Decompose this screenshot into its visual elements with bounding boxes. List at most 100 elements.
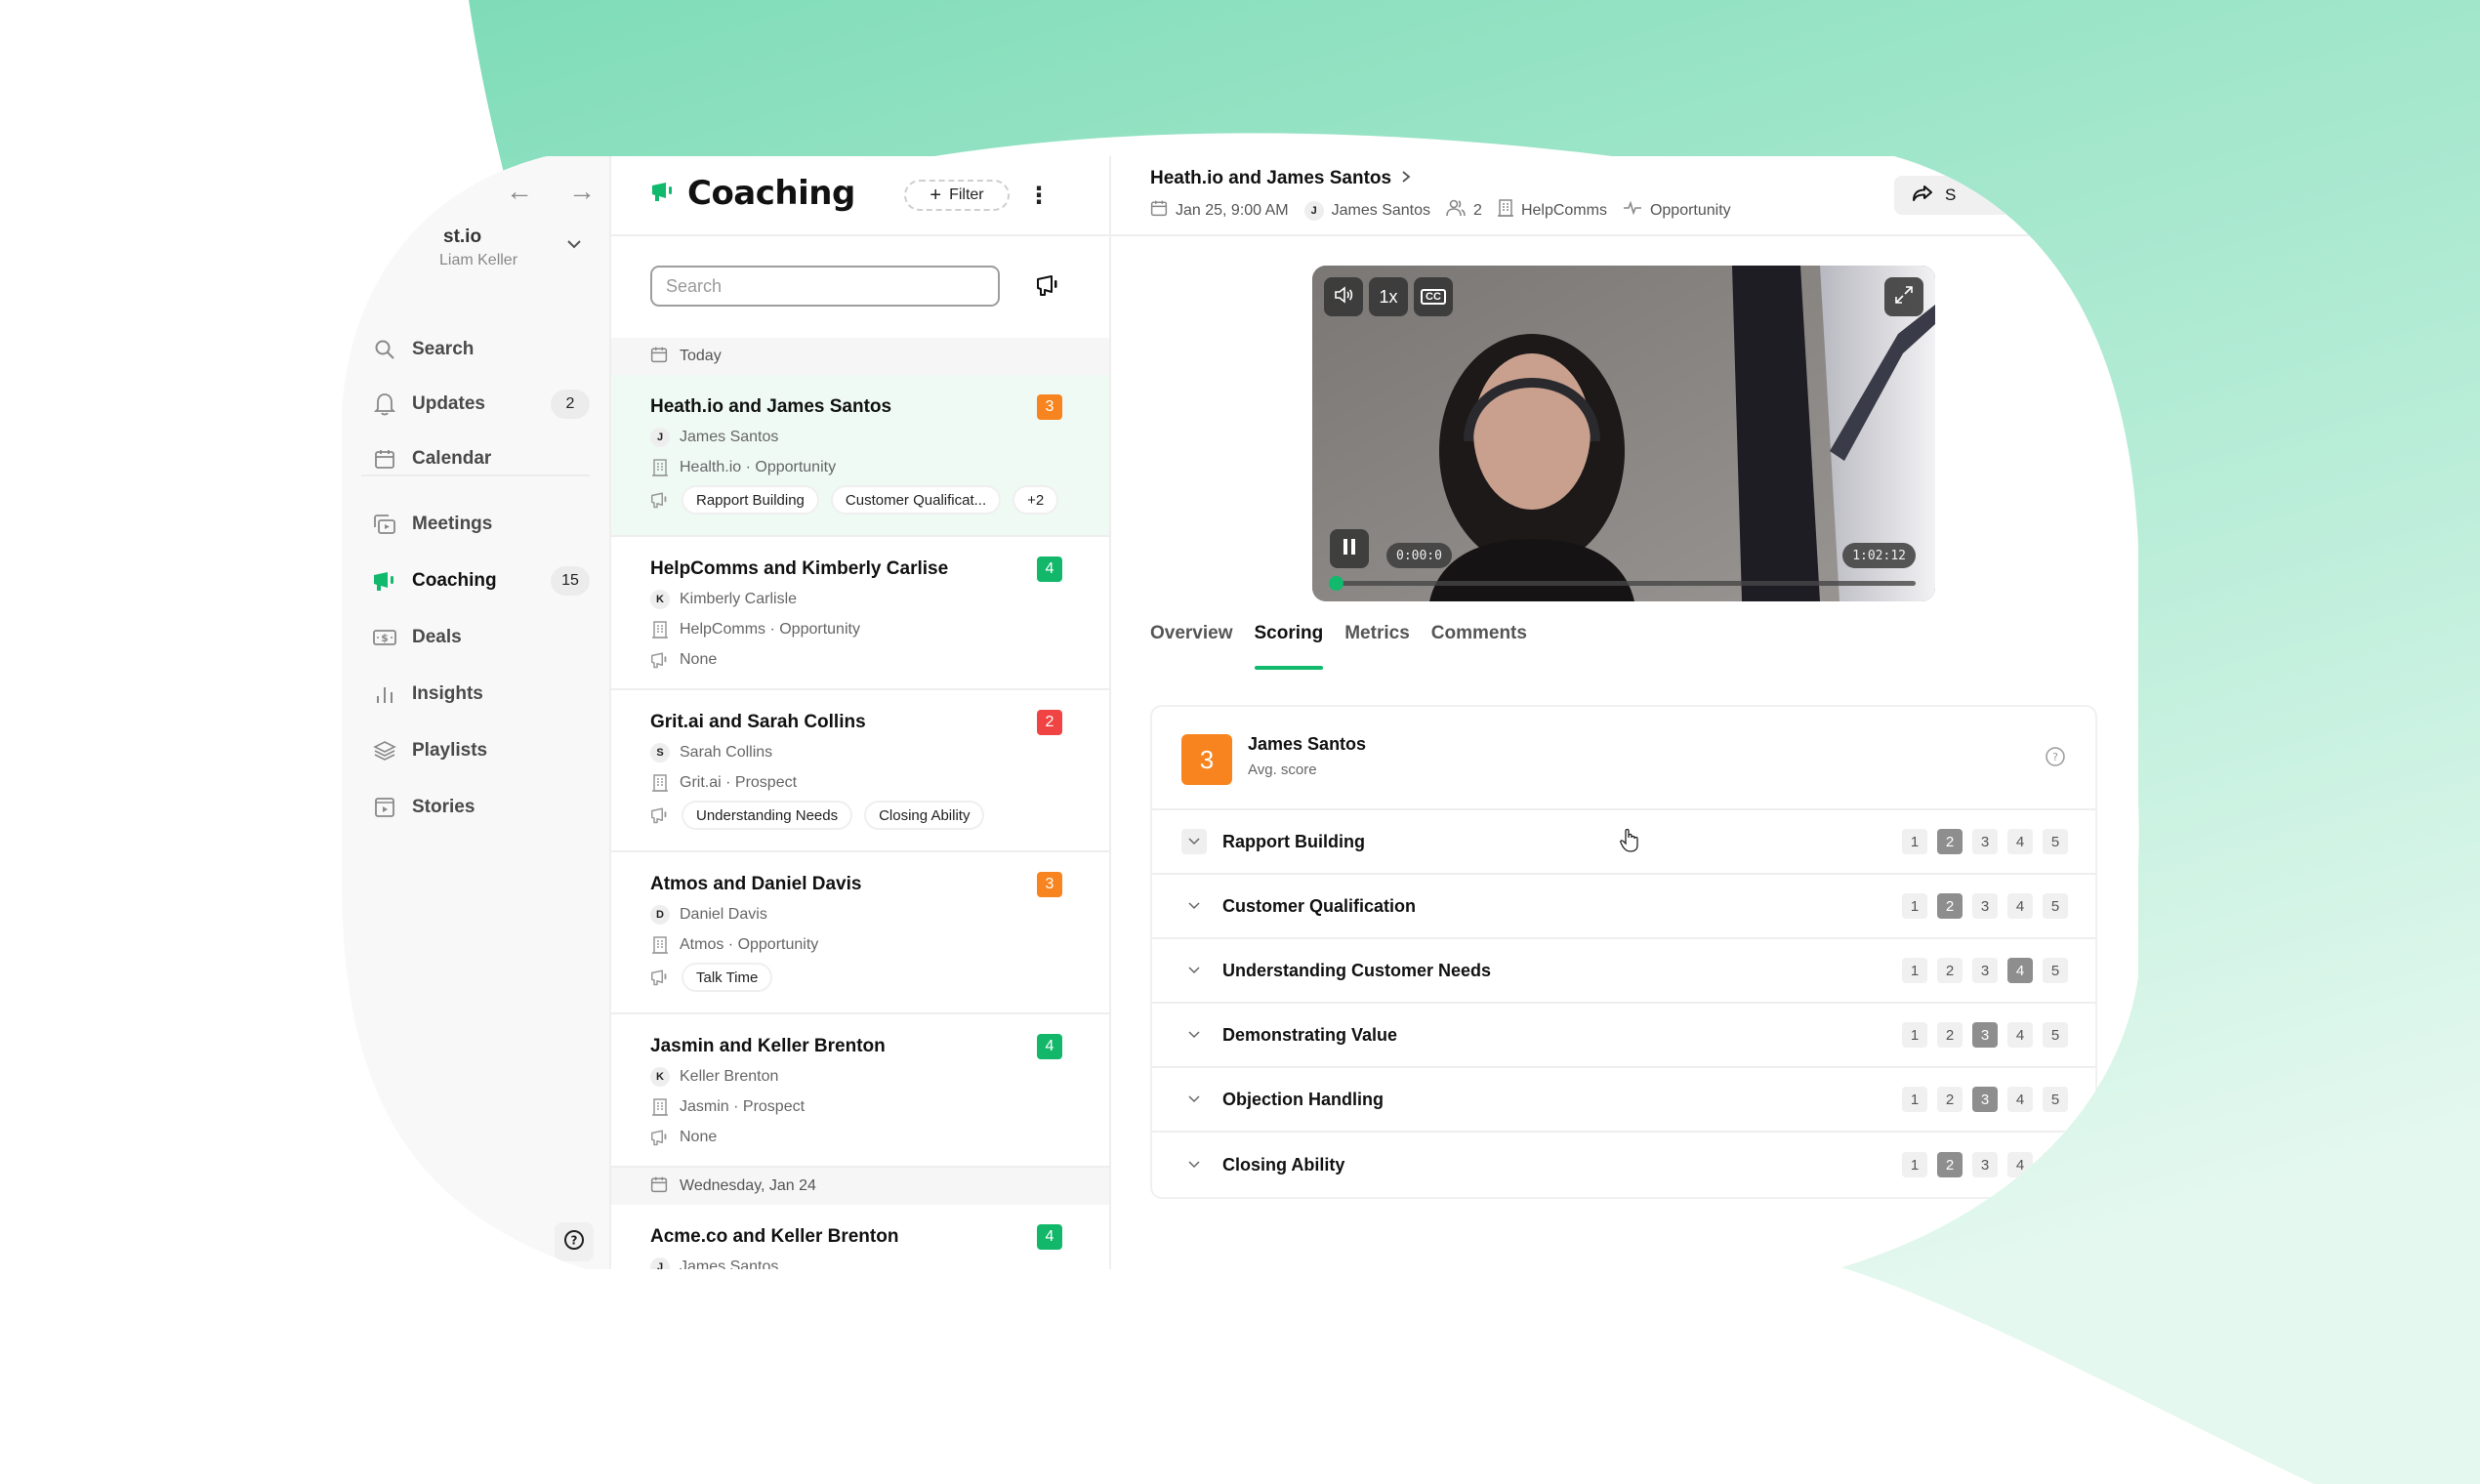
pause-button[interactable] xyxy=(1330,529,1369,568)
date-separator-label: Today xyxy=(680,348,722,364)
sidebar-item-meetings[interactable]: Meetings xyxy=(371,496,590,553)
sidebar-item-playlists[interactable]: Playlists xyxy=(371,722,590,779)
chevron-down-icon[interactable] xyxy=(1181,829,1207,854)
score-option[interactable]: 1 xyxy=(1902,893,1927,919)
score-option[interactable]: 2 xyxy=(1937,958,1963,983)
coaching-tag[interactable]: Closing Ability xyxy=(864,801,984,830)
call-list-item[interactable]: Jasmin and Keller Brenton 4 K Keller Brento… xyxy=(611,1014,1109,1168)
scoring-help-button[interactable]: ? xyxy=(2045,746,2066,767)
filter-button[interactable]: + Filter xyxy=(904,180,1010,211)
chevron-down-icon[interactable] xyxy=(1181,1022,1207,1048)
sidebar-item-updates[interactable]: Updates 2 xyxy=(371,377,590,432)
company-stage: Atmos · Opportunity xyxy=(680,935,819,953)
tab-overview[interactable]: Overview xyxy=(1150,623,1233,670)
help-button[interactable]: ? xyxy=(555,1222,594,1261)
more-tags-chip[interactable]: +2 xyxy=(1013,485,1058,515)
score-option[interactable]: 3 xyxy=(1972,1022,1998,1048)
sidebar-item-label: Insights xyxy=(412,683,483,704)
building-icon xyxy=(650,458,670,477)
call-list-item[interactable]: Grit.ai and Sarah Collins 2 S Sarah Collins… xyxy=(611,690,1109,852)
volume-button[interactable] xyxy=(1324,277,1363,316)
score-option[interactable]: 3 xyxy=(1972,1087,1998,1112)
fullscreen-button[interactable] xyxy=(1884,277,1923,316)
sidebar-divider xyxy=(361,474,590,476)
meta-company[interactable]: HelpComms xyxy=(1498,199,1607,222)
coaching-announce-button[interactable] xyxy=(1031,269,1066,305)
score-option[interactable]: 2 xyxy=(1937,1087,1963,1112)
video-progress-handle[interactable] xyxy=(1329,576,1343,591)
sidebar-item-stories[interactable]: Stories xyxy=(371,779,590,836)
score-option[interactable]: 1 xyxy=(1902,829,1927,854)
call-list-item[interactable]: HelpComms and Kimberly Carlise 4 K Kimberly… xyxy=(611,537,1109,690)
score-option[interactable]: 4 xyxy=(2007,893,2033,919)
score-option[interactable]: 4 xyxy=(2007,829,2033,854)
playback-speed-button[interactable]: 1x xyxy=(1369,277,1408,316)
chevron-down-icon[interactable] xyxy=(1181,893,1207,919)
forward-arrow-icon[interactable]: → xyxy=(568,176,596,207)
scoring-criterion-row: Objection Handling 1 2 3 4 5 xyxy=(1152,1068,2095,1133)
score-option[interactable]: 3 xyxy=(1972,893,1998,919)
no-tags-label: None xyxy=(680,1128,718,1145)
score-option[interactable]: 2 xyxy=(1937,829,1963,854)
score-option[interactable]: 4 xyxy=(2007,958,2033,983)
score-option[interactable]: 3 xyxy=(1972,958,1998,983)
call-item-tags: Rapport Building Customer Qualificat... +2 xyxy=(650,482,1070,521)
score-option[interactable]: 5 xyxy=(2043,829,2068,854)
video-progress-bar[interactable] xyxy=(1336,581,1916,586)
call-item-person: K Keller Brenton xyxy=(650,1061,1070,1092)
score-option[interactable]: 1 xyxy=(1902,1087,1927,1112)
score-option[interactable]: 1 xyxy=(1902,958,1927,983)
score-option[interactable]: 5 xyxy=(2043,958,2068,983)
coaching-tag[interactable]: Understanding Needs xyxy=(682,801,852,830)
score-option[interactable]: 5 xyxy=(2043,1022,2068,1048)
chevron-down-icon[interactable] xyxy=(1181,958,1207,983)
coaching-tag[interactable]: Talk Time xyxy=(682,963,772,992)
meta-stage[interactable]: Opportunity xyxy=(1623,200,1731,221)
duration-time: 1:02:12 xyxy=(1842,543,1916,568)
score-selector: 12345 xyxy=(1902,958,2068,983)
svg-text:?: ? xyxy=(571,1233,578,1247)
sidebar-item-search[interactable]: Search xyxy=(371,322,590,377)
sidebar-item-insights[interactable]: Insights xyxy=(371,666,590,722)
tab-metrics[interactable]: Metrics xyxy=(1344,623,1410,670)
meta-participants-count: 2 xyxy=(1473,201,1482,219)
score-option[interactable]: 2 xyxy=(1937,1022,1963,1048)
score-option[interactable]: 4 xyxy=(2007,1022,2033,1048)
score-option[interactable]: 3 xyxy=(1972,1152,1998,1177)
score-option[interactable]: 1 xyxy=(1902,1152,1927,1177)
coaching-tag[interactable]: Customer Qualificat... xyxy=(831,485,1001,515)
company-stage: Health.io · Opportunity xyxy=(680,458,837,475)
call-item-tags: Talk Time xyxy=(650,960,1070,999)
sidebar-top-controls: ← → xyxy=(506,176,596,207)
score-option[interactable]: 2 xyxy=(1937,1152,1963,1177)
score-option[interactable]: 5 xyxy=(2043,893,2068,919)
app-window: ← → st.io Liam Keller Search Updates 2 C… xyxy=(342,156,2138,1269)
no-tags-label: None xyxy=(680,650,718,668)
score-option[interactable]: 2 xyxy=(1937,893,1963,919)
search-input[interactable] xyxy=(650,266,1000,307)
chevron-down-icon[interactable] xyxy=(1181,1087,1207,1112)
sidebar-item-calendar[interactable]: Calendar xyxy=(371,432,590,486)
call-item-company: Health.io · Opportunity xyxy=(650,452,1070,482)
call-list-item[interactable]: Acme.co and Keller Brenton 4 J James Santos xyxy=(611,1205,1109,1269)
date-separator: Today xyxy=(611,338,1109,375)
sidebar-item-deals[interactable]: $ Deals xyxy=(371,609,590,666)
coaching-tag[interactable]: Rapport Building xyxy=(682,485,819,515)
call-list-item[interactable]: Atmos and Daniel Davis 3 D Daniel Davis Atmo… xyxy=(611,852,1109,1014)
meta-participants[interactable]: 2 xyxy=(1446,199,1482,222)
score-option[interactable]: 4 xyxy=(2007,1087,2033,1112)
tab-comments[interactable]: Comments xyxy=(1431,623,1527,670)
call-title[interactable]: Heath.io and James Santos xyxy=(1150,168,1411,189)
sidebar-item-coaching[interactable]: Coaching 15 xyxy=(371,553,590,609)
tab-scoring[interactable]: Scoring xyxy=(1255,623,1324,670)
call-list-item[interactable]: Heath.io and James Santos 3 J James Santos H… xyxy=(611,375,1109,537)
score-option[interactable]: 3 xyxy=(1972,829,1998,854)
video-player[interactable]: 1x CC 0:00:0 1:02:12 xyxy=(1312,266,1935,601)
chevron-down-icon[interactable] xyxy=(1181,1152,1207,1177)
meta-person[interactable]: J James Santos xyxy=(1304,201,1430,221)
captions-button[interactable]: CC xyxy=(1414,277,1453,316)
score-option[interactable]: 5 xyxy=(2043,1087,2068,1112)
score-option[interactable]: 1 xyxy=(1902,1022,1927,1048)
back-arrow-icon[interactable]: ← xyxy=(506,176,533,207)
more-options-button[interactable]: ⋮ xyxy=(1021,178,1056,213)
